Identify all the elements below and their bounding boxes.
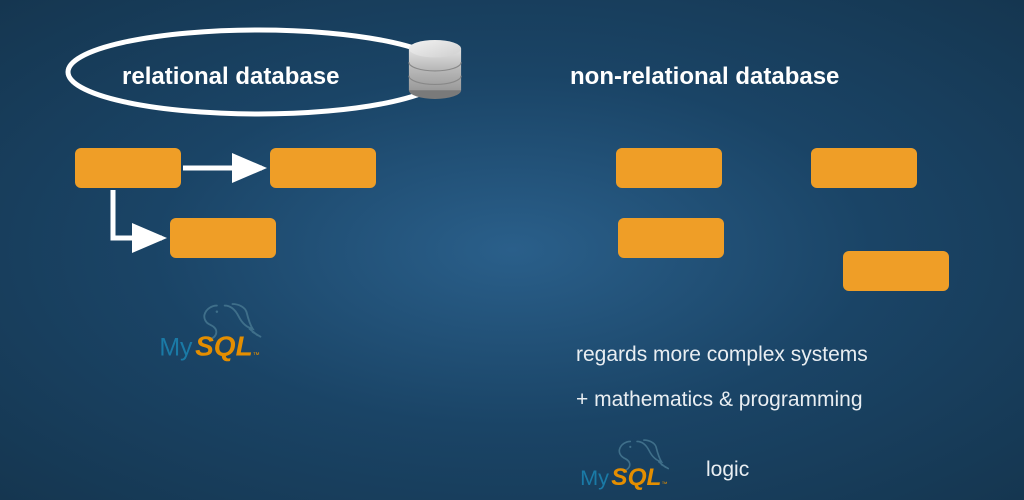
- relational-table-box: [170, 218, 276, 258]
- svg-text:™: ™: [661, 481, 667, 488]
- svg-text:™: ™: [253, 352, 260, 359]
- nonrelational-detail-line: logic: [706, 458, 749, 482]
- non-relational-heading: non-relational database: [570, 63, 839, 91]
- mysql-sql-text: SQL: [611, 464, 661, 491]
- mysql-my-text: My: [580, 465, 609, 490]
- nonrelational-entity-box: [811, 148, 917, 188]
- mysql-logo-icon: My SQL ™: [150, 297, 290, 367]
- mysql-my-text: My: [159, 333, 193, 361]
- mysql-logo-icon: My SQL ™: [572, 437, 694, 492]
- nonrelational-entity-box: [618, 218, 724, 258]
- database-icon: [406, 37, 464, 101]
- mysql-sql-text: SQL: [195, 330, 253, 361]
- nonrelational-entity-box: [843, 251, 949, 291]
- relational-table-box: [75, 148, 181, 188]
- nonrelational-entity-box: [616, 148, 722, 188]
- nonrelational-detail-line: regards more complex systems: [576, 343, 868, 367]
- nonrelational-detail-line: + mathematics & programming: [576, 388, 863, 412]
- relational-heading: relational database: [122, 63, 339, 91]
- relational-table-box: [270, 148, 376, 188]
